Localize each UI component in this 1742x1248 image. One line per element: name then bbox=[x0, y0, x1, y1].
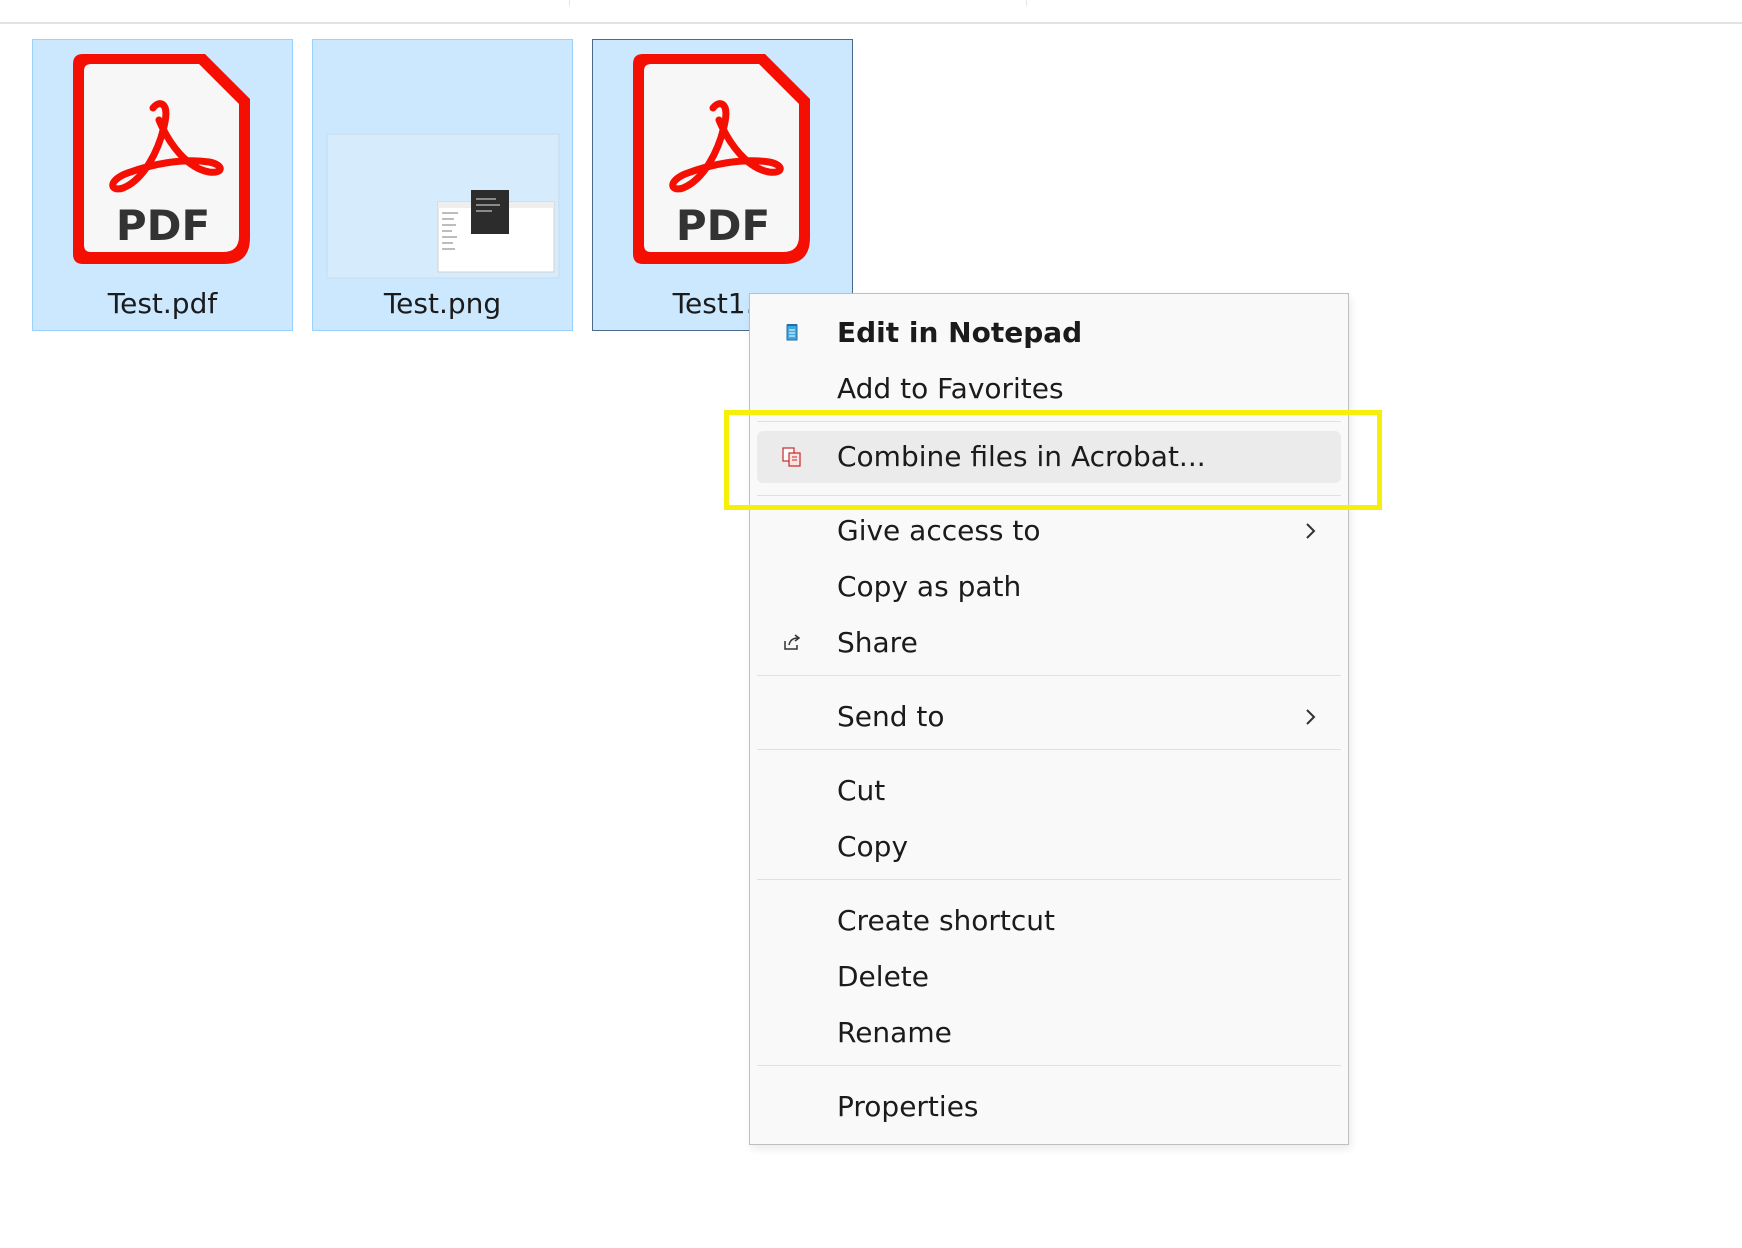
file-tile-test-png[interactable]: Test.png bbox=[312, 39, 573, 331]
menu-item-add-to-favorites[interactable]: Add to Favorites bbox=[757, 363, 1341, 415]
pdf-file-icon: PDF bbox=[33, 40, 292, 280]
menu-item-label: Cut bbox=[837, 774, 886, 807]
menu-item-label: Give access to bbox=[837, 514, 1041, 547]
menu-item-label: Copy bbox=[837, 830, 909, 863]
menu-item-label: Delete bbox=[837, 960, 929, 993]
menu-item-rename[interactable]: Rename bbox=[757, 1007, 1341, 1059]
menu-item-delete[interactable]: Delete bbox=[757, 951, 1341, 1003]
menu-item-label: Send to bbox=[837, 700, 945, 733]
pdf-badge-text: PDF bbox=[676, 201, 770, 250]
menu-divider bbox=[757, 1065, 1341, 1066]
image-thumbnail bbox=[313, 40, 572, 280]
pdf-file-icon: PDF bbox=[593, 40, 852, 280]
menu-item-label: Edit in Notepad bbox=[837, 316, 1083, 349]
chevron-right-icon bbox=[1297, 704, 1323, 730]
notepad-icon bbox=[781, 322, 803, 344]
chevron-right-icon bbox=[1297, 518, 1323, 544]
menu-item-properties[interactable]: Properties bbox=[757, 1081, 1341, 1133]
menu-item-label: Copy as path bbox=[837, 570, 1022, 603]
explorer-toolbar-edge bbox=[0, 0, 1742, 24]
menu-item-label: Properties bbox=[837, 1090, 979, 1123]
share-icon bbox=[781, 632, 803, 654]
file-tile-test1-pdf[interactable]: PDF Test1.p bbox=[592, 39, 853, 331]
menu-item-edit-in-notepad[interactable]: Edit in Notepad bbox=[757, 307, 1341, 359]
menu-item-send-to[interactable]: Send to bbox=[757, 691, 1341, 743]
menu-item-label: Create shortcut bbox=[837, 904, 1056, 937]
menu-divider bbox=[757, 675, 1341, 676]
menu-item-give-access-to[interactable]: Give access to bbox=[757, 505, 1341, 557]
annotation-highlight-box bbox=[724, 410, 1382, 510]
file-name[interactable]: Test.png bbox=[313, 284, 572, 324]
toolbar-divider bbox=[1026, 0, 1027, 6]
menu-item-share[interactable]: Share bbox=[757, 617, 1341, 669]
file-name[interactable]: Test.pdf bbox=[33, 284, 292, 324]
menu-divider bbox=[757, 749, 1341, 750]
menu-item-copy-as-path[interactable]: Copy as path bbox=[757, 561, 1341, 613]
menu-item-label: Rename bbox=[837, 1016, 952, 1049]
file-tile-test-pdf[interactable]: PDF Test.pdf bbox=[32, 39, 293, 331]
toolbar-divider bbox=[569, 0, 570, 6]
pdf-badge-text: PDF bbox=[116, 201, 210, 250]
menu-item-cut[interactable]: Cut bbox=[757, 765, 1341, 817]
menu-item-create-shortcut[interactable]: Create shortcut bbox=[757, 895, 1341, 947]
menu-item-copy[interactable]: Copy bbox=[757, 821, 1341, 873]
menu-item-label: Add to Favorites bbox=[837, 372, 1064, 405]
menu-item-label: Share bbox=[837, 626, 918, 659]
menu-divider bbox=[757, 879, 1341, 880]
